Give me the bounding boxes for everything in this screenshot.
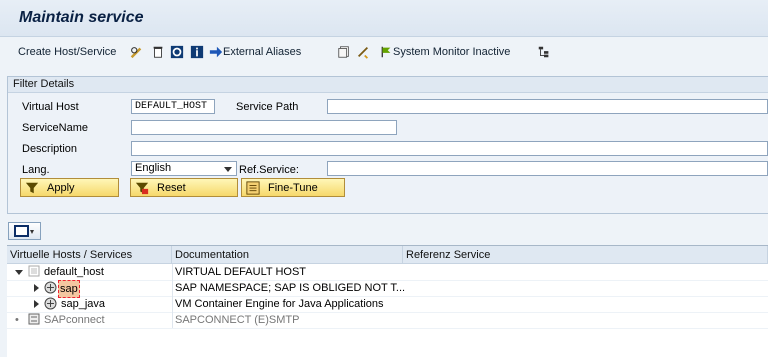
host-icon bbox=[28, 265, 40, 277]
virtual-host-label: Virtual Host bbox=[22, 101, 79, 113]
service-icon bbox=[44, 281, 57, 294]
documentation-cell: SAP NAMESPACE; SAP IS OBLIGED NOT T... bbox=[175, 282, 406, 294]
service-path-input[interactable] bbox=[327, 99, 768, 114]
tree-item-label: sap_java bbox=[61, 298, 106, 310]
documentation-cell: VM Container Engine for Java Application… bbox=[175, 298, 384, 310]
tree-row-sap[interactable]: sap SAP NAMESPACE; SAP IS OBLIGED NOT T.… bbox=[7, 280, 768, 298]
tree-item-label: default_host bbox=[44, 266, 104, 278]
column-documentation[interactable]: Documentation bbox=[172, 246, 403, 264]
chevron-down-icon bbox=[224, 167, 232, 172]
service-name-input[interactable] bbox=[131, 120, 397, 135]
copy-icon bbox=[338, 46, 349, 58]
external-aliases-label: External Aliases bbox=[223, 46, 302, 58]
flag-icon bbox=[381, 46, 391, 58]
services-tree: Virtuelle Hosts / Services Documentation… bbox=[7, 245, 768, 357]
documentation-cell: SAPCONNECT (E)SMTP bbox=[175, 314, 300, 326]
lang-value: English bbox=[135, 162, 172, 174]
lang-label: Lang. bbox=[22, 164, 50, 176]
ref-service-label: Ref.Service: bbox=[239, 164, 299, 176]
filter-details-header: Filter Details bbox=[8, 77, 768, 93]
trash-icon bbox=[153, 46, 163, 58]
pencil-glasses-icon bbox=[130, 47, 142, 59]
external-aliases-button[interactable]: External Aliases bbox=[209, 37, 301, 67]
service-icon bbox=[44, 297, 57, 310]
lang-select[interactable]: English bbox=[131, 161, 237, 176]
description-label: Description bbox=[22, 143, 78, 155]
reset-label: Reset bbox=[157, 181, 186, 194]
tools-button[interactable] bbox=[356, 37, 370, 67]
column-referenz-service[interactable]: Referenz Service bbox=[403, 246, 768, 264]
row-divider bbox=[172, 264, 173, 280]
toolbar: Create Host/Service External Aliases Sys… bbox=[0, 37, 768, 67]
fine-tune-button[interactable]: Fine-Tune bbox=[241, 178, 345, 197]
tree-row-sap-java[interactable]: sap_java VM Container Engine for Java Ap… bbox=[7, 296, 768, 313]
hierarchy-icon bbox=[538, 46, 549, 58]
service-path-label: Service Path bbox=[236, 101, 299, 113]
description-input[interactable] bbox=[131, 141, 768, 156]
tree-row-sapconnect[interactable]: • SAPconnect SAPCONNECT (E)SMTP bbox=[7, 312, 768, 329]
info-icon bbox=[190, 45, 204, 59]
column-virtual-hosts[interactable]: Virtuelle Hosts / Services bbox=[7, 246, 172, 264]
documentation-cell: VIRTUAL DEFAULT HOST bbox=[175, 266, 307, 278]
hierarchy-button[interactable] bbox=[537, 37, 551, 67]
edit-button[interactable] bbox=[129, 37, 143, 67]
fine-tune-icon bbox=[246, 180, 260, 195]
print-button[interactable] bbox=[8, 222, 41, 240]
create-host-service-button[interactable]: Create Host/Service bbox=[18, 37, 116, 67]
arrow-right-icon bbox=[209, 46, 223, 58]
apply-button[interactable]: Apply bbox=[20, 178, 119, 197]
tree-item-label: SAPconnect bbox=[44, 314, 105, 326]
system-monitor-button[interactable]: System Monitor Inactive bbox=[379, 37, 510, 67]
expand-icon[interactable] bbox=[15, 270, 23, 275]
tools-icon bbox=[358, 47, 368, 59]
sapconnect-icon bbox=[28, 313, 40, 325]
copy-button[interactable] bbox=[337, 37, 351, 67]
filter-details-panel: Filter Details Virtual Host DEFAULT_HOST… bbox=[7, 76, 768, 214]
reset-icon bbox=[135, 182, 149, 194]
reset-button[interactable]: Reset bbox=[130, 178, 238, 197]
service-name-label: ServiceName bbox=[22, 122, 89, 134]
refresh-icon bbox=[170, 45, 184, 59]
fine-tune-label: Fine-Tune bbox=[268, 181, 318, 194]
row-divider bbox=[172, 296, 173, 312]
page-title: Maintain service bbox=[19, 9, 144, 26]
tree-row-default-host[interactable]: default_host VIRTUAL DEFAULT HOST bbox=[7, 264, 768, 281]
refresh-button[interactable] bbox=[170, 37, 184, 67]
delete-button[interactable] bbox=[151, 37, 165, 67]
ref-service-input[interactable] bbox=[327, 161, 768, 176]
row-divider bbox=[172, 280, 173, 296]
info-button[interactable] bbox=[190, 37, 204, 67]
title-bar: Maintain service bbox=[0, 0, 768, 37]
create-host-service-label: Create Host/Service bbox=[18, 46, 117, 58]
row-divider bbox=[172, 312, 173, 328]
apply-label: Apply bbox=[47, 181, 75, 194]
system-monitor-label: System Monitor Inactive bbox=[393, 46, 511, 58]
virtual-host-input[interactable]: DEFAULT_HOST bbox=[131, 99, 215, 114]
filter-icon bbox=[25, 182, 39, 193]
bullet-icon: • bbox=[15, 314, 19, 326]
print-icon bbox=[13, 225, 34, 237]
chevron-right-icon[interactable] bbox=[34, 284, 39, 292]
chevron-right-icon[interactable] bbox=[34, 300, 39, 308]
